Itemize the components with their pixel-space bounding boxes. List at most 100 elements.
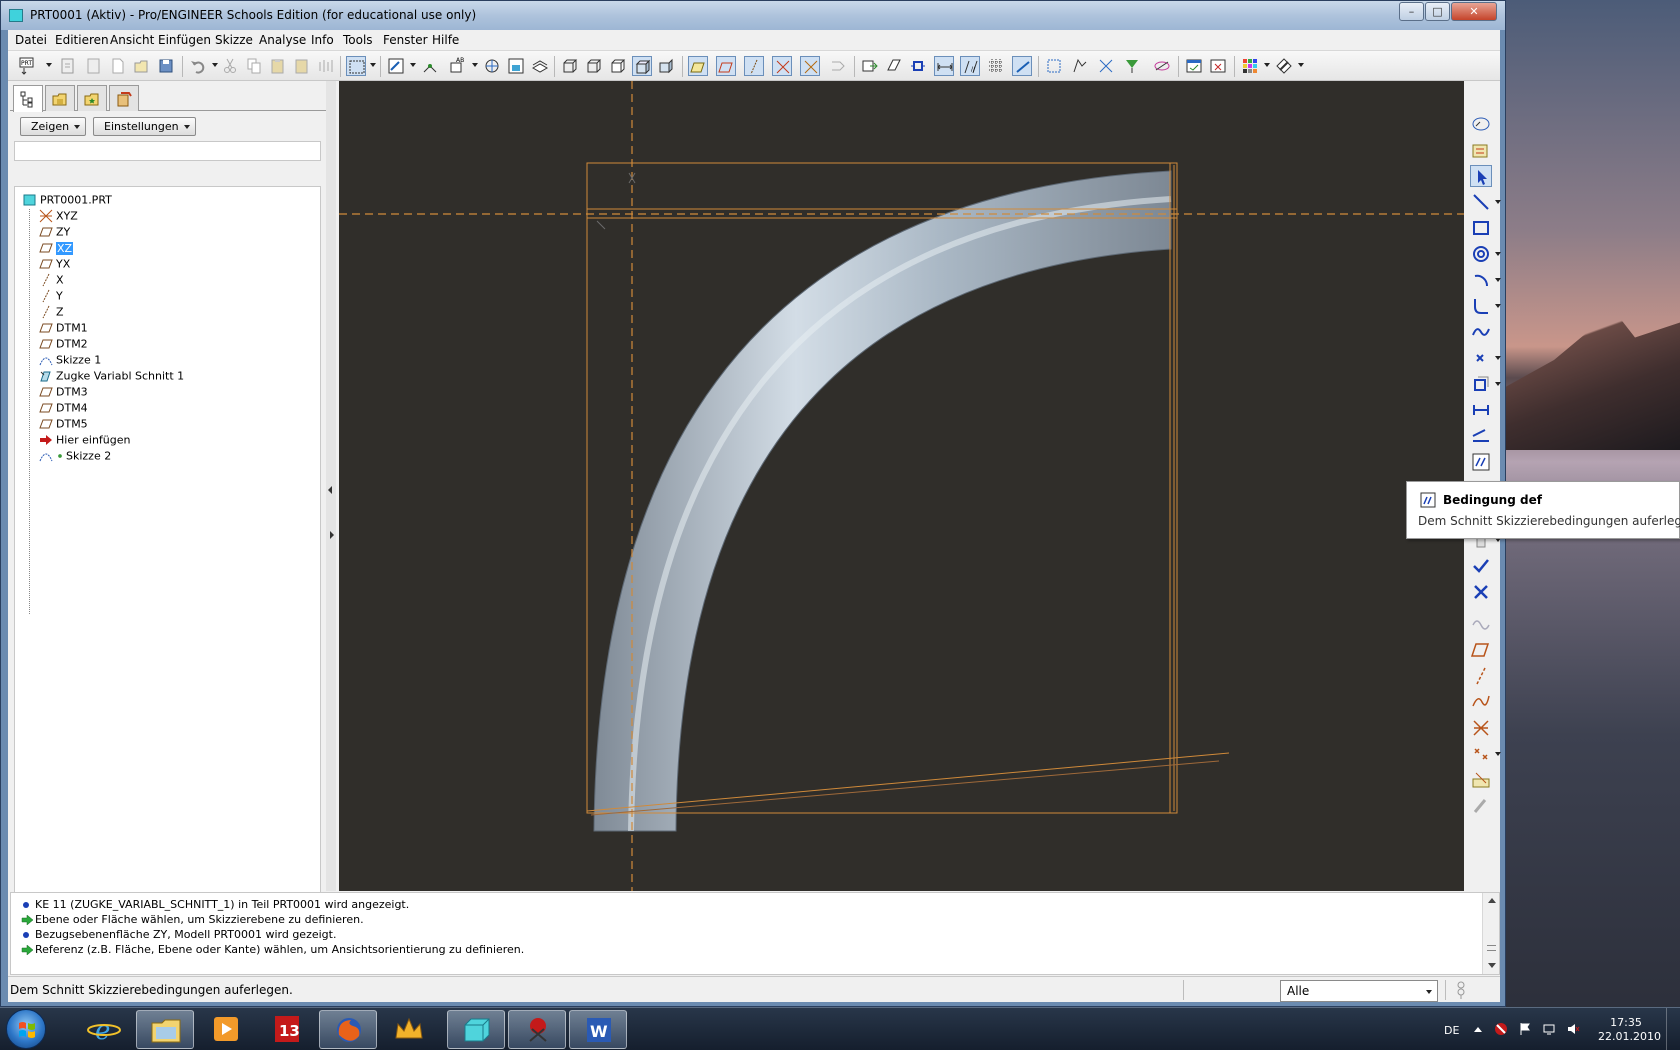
wireframe-icon[interactable] [560,56,580,76]
menu-hilfe[interactable]: Hilfe [432,33,459,47]
saved-views-icon[interactable] [506,56,526,76]
scroll-up-icon[interactable] [1488,898,1496,903]
no-network-icon[interactable] [1494,1022,1508,1036]
mirror-icon[interactable] [316,56,336,76]
tree-item-xyz[interactable]: XYZ [39,209,78,225]
shading-icon[interactable] [632,56,652,76]
taskbar-pro-engineer[interactable] [447,1010,505,1049]
fillet-tool-icon[interactable] [1470,295,1492,317]
close-button[interactable]: ✕ [1451,2,1497,21]
tree-item-zugke-variabl-schnitt-1[interactable]: Zugke Variabl Schnitt 1 [39,369,184,385]
tree-item-hier-einfuegen[interactable]: Hier einfügen [39,433,130,449]
rectangle-tool-icon[interactable] [1470,217,1492,239]
message-scrollbar[interactable] [1482,893,1499,974]
color-palette-icon[interactable] [1240,56,1260,76]
collapse-arrow-icon[interactable] [328,486,332,494]
constraint-tool-icon[interactable] [1470,451,1492,473]
hidden-line-icon[interactable] [584,56,604,76]
tree-item-yx[interactable]: YX [39,257,70,273]
overlap-geometry-icon[interactable] [1044,56,1064,76]
paste-icon[interactable] [268,56,288,76]
dimension-tool-icon[interactable] [1470,399,1492,421]
expand-arrow-icon[interactable] [330,531,334,539]
select-box-icon[interactable] [346,56,366,76]
spline-tool-icon[interactable] [1470,321,1492,343]
display-style-icon[interactable] [1274,56,1294,76]
tree-item-x[interactable]: X [39,273,64,289]
point-tool-icon[interactable] [1470,347,1492,369]
layers-icon[interactable] [530,56,550,76]
grid-display-icon[interactable] [986,56,1006,76]
csys-display-icon[interactable] [772,56,792,76]
sketch-ref-display-icon[interactable] [800,56,820,76]
datum-plane-tool-icon[interactable] [1470,639,1492,661]
copy-icon[interactable] [244,56,264,76]
new-file-icon[interactable] [108,56,128,76]
regenerate-icon[interactable] [58,56,78,76]
graphics-window[interactable] [339,81,1464,891]
tab-folder-browser[interactable] [45,85,75,111]
menu-analyse[interactable]: Analyse [259,33,306,47]
constraint-display-icon[interactable]: // [960,56,980,76]
save-icon[interactable] [156,56,176,76]
plane-display-icon[interactable] [688,56,708,76]
scroll-down-icon[interactable] [1488,963,1496,968]
dimension-display-icon[interactable] [934,56,954,76]
paste-special-icon[interactable] [292,56,312,76]
cancel-x-icon[interactable] [1470,581,1492,603]
menu-einfuegen[interactable]: Einfügen [158,33,211,47]
highlight-open-icon[interactable] [1070,56,1090,76]
line-tool-icon[interactable] [1470,191,1492,213]
action-center-flag-icon[interactable] [1518,1022,1532,1036]
datum-point-tool-icon[interactable] [1470,717,1492,739]
annotation-display-icon[interactable] [828,56,848,76]
tab-favorites[interactable] [77,85,107,111]
shading-edges-icon[interactable] [656,56,676,76]
show-hidden-icons-icon[interactable] [1474,1027,1482,1032]
use-edge-icon[interactable] [1470,373,1492,395]
close-window-icon[interactable] [1208,56,1228,76]
no-hidden-icon[interactable] [608,56,628,76]
undo-icon[interactable] [188,56,208,76]
selection-filter-select[interactable]: Alle [1280,980,1438,1002]
title-bar[interactable]: PRT0001 (Aktiv) - Pro/ENGINEER Schools E… [1,1,1505,30]
open-file-icon[interactable] [132,56,152,76]
tree-item-z[interactable]: Z [39,305,64,321]
intent-manager-icon[interactable] [1122,56,1142,76]
sketch-view-icon[interactable] [860,56,880,76]
pipe-bend-body[interactable] [593,170,1172,832]
spin-center-icon[interactable] [420,56,440,76]
arc-tool-icon[interactable] [1470,269,1492,291]
tree-item-xz[interactable]: XZ [39,241,74,257]
tree-item-y[interactable]: Y [39,289,63,305]
menu-ansicht[interactable]: Ansicht [110,33,154,47]
vertex-display-icon[interactable] [1012,56,1032,76]
menu-skizze[interactable]: Skizze [215,33,253,47]
taskbar-app-13[interactable]: 13 [258,1010,316,1049]
cut-icon[interactable] [220,56,240,76]
tree-item-zy[interactable]: ZY [39,225,70,241]
point-display-icon[interactable] [744,56,764,76]
tree-item-dtm4[interactable]: DTM4 [39,401,88,417]
tab-model-tree[interactable] [13,85,43,112]
sketch-diagnose-icon[interactable] [1470,139,1492,161]
show-desktop-button[interactable] [1666,1008,1680,1050]
menu-datei[interactable]: Datei [15,33,47,47]
csys-tool-icon[interactable] [1470,743,1492,765]
model-viewport[interactable] [339,81,1464,891]
menu-tools[interactable]: Tools [343,33,373,47]
datum-curve-tool-icon[interactable] [1470,691,1492,713]
datum-display-icon[interactable] [482,56,502,76]
tree-item-dtm2[interactable]: DTM2 [39,337,88,353]
select-arrow-icon[interactable] [1470,165,1492,187]
axis-display-icon[interactable] [716,56,736,76]
references-icon[interactable] [908,56,928,76]
appearance-icon[interactable] [1152,56,1172,76]
taskbar-explorer[interactable] [136,1010,194,1049]
datum-axis-tool-icon[interactable] [1470,665,1492,687]
sketch-curve-icon[interactable] [1470,613,1492,635]
tab-connections[interactable] [109,85,139,111]
taskbar-app-crown[interactable] [380,1010,438,1049]
analysis-tool-icon[interactable] [1470,769,1492,791]
show-dropdown-button[interactable]: Zeigen [20,117,87,136]
